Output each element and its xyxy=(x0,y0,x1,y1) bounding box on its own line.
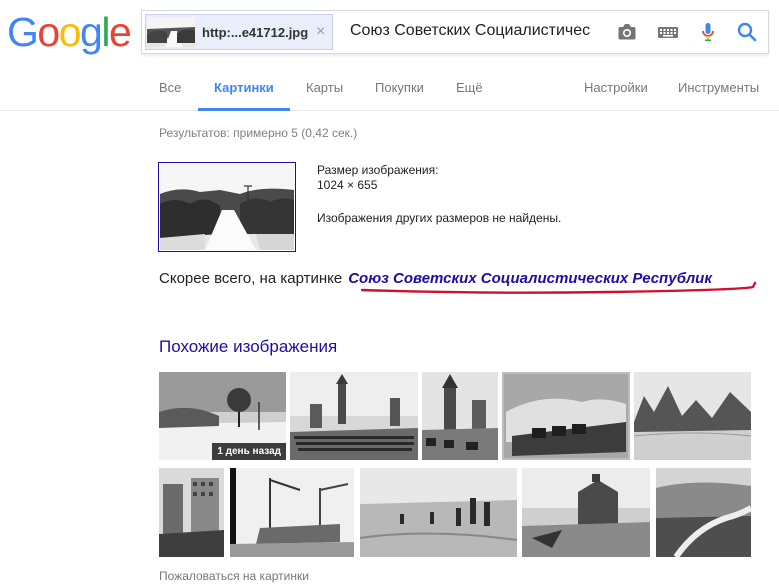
similar-image[interactable] xyxy=(159,468,224,557)
no-other-sizes-text: Изображения других размеров не найдены. xyxy=(317,211,562,225)
similar-image[interactable] xyxy=(502,372,630,460)
best-guess-prefix: Скорее всего, на картинке xyxy=(159,270,343,287)
tab-bar: Все Картинки Карты Покупки Ещё Настройки… xyxy=(0,70,779,111)
similar-image[interactable] xyxy=(230,468,354,557)
keyboard-icon[interactable] xyxy=(655,19,681,45)
tab-more[interactable]: Ещё xyxy=(456,80,483,95)
age-badge: 1 день назад xyxy=(212,443,286,460)
similar-image[interactable]: 1 день назад xyxy=(159,372,286,460)
red-underline-annotation xyxy=(360,281,757,294)
camera-icon[interactable] xyxy=(614,19,640,45)
similar-image[interactable] xyxy=(522,468,650,557)
similar-image[interactable] xyxy=(422,372,498,460)
query-image-thumbnail[interactable] xyxy=(158,162,296,252)
logo-letter: o xyxy=(58,9,82,55)
logo-letter: e xyxy=(108,9,132,55)
active-tab-indicator xyxy=(198,108,290,111)
chip-thumbnail xyxy=(147,17,195,47)
logo-letter: G xyxy=(7,9,39,55)
image-info: Размер изображения: 1024 × 655 Изображен… xyxy=(317,163,561,226)
header: Google http:...e41712.jpg × Союз Советск… xyxy=(0,0,779,111)
tab-maps[interactable]: Карты xyxy=(306,80,343,95)
image-size-value: 1024 × 655 xyxy=(317,178,378,192)
similar-images-heading[interactable]: Похожие изображения xyxy=(159,337,337,357)
search-box[interactable]: http:...e41712.jpg × Союз Советских Соци… xyxy=(141,10,769,54)
logo-letter: g xyxy=(80,9,103,55)
search-input[interactable]: Союз Советских Социалистичес xyxy=(350,22,595,40)
logo-letter: o xyxy=(37,9,60,55)
chip-filename: http:...e41712.jpg xyxy=(202,25,309,40)
similar-image[interactable] xyxy=(290,372,418,460)
result-stats: Результатов: примерно 5 (0,42 сек.) xyxy=(159,126,358,140)
logo-letter: l xyxy=(101,9,110,55)
search-icon[interactable] xyxy=(734,19,760,45)
similar-image[interactable] xyxy=(634,372,751,460)
similar-image[interactable] xyxy=(656,468,751,557)
google-logo[interactable]: Google xyxy=(7,8,132,56)
image-size-label: Размер изображения: xyxy=(317,163,439,177)
close-icon[interactable]: × xyxy=(316,23,325,41)
image-query-chip[interactable]: http:...e41712.jpg × xyxy=(145,14,333,50)
microphone-icon[interactable] xyxy=(695,19,721,45)
report-images-link[interactable]: Пожаловаться на картинки xyxy=(159,569,309,583)
similar-image[interactable] xyxy=(360,468,517,557)
tab-tools[interactable]: Инструменты xyxy=(678,80,759,95)
tab-images[interactable]: Картинки xyxy=(214,80,274,95)
tab-all[interactable]: Все xyxy=(159,80,181,95)
tab-shopping[interactable]: Покупки xyxy=(375,80,424,95)
tab-settings[interactable]: Настройки xyxy=(584,80,648,95)
